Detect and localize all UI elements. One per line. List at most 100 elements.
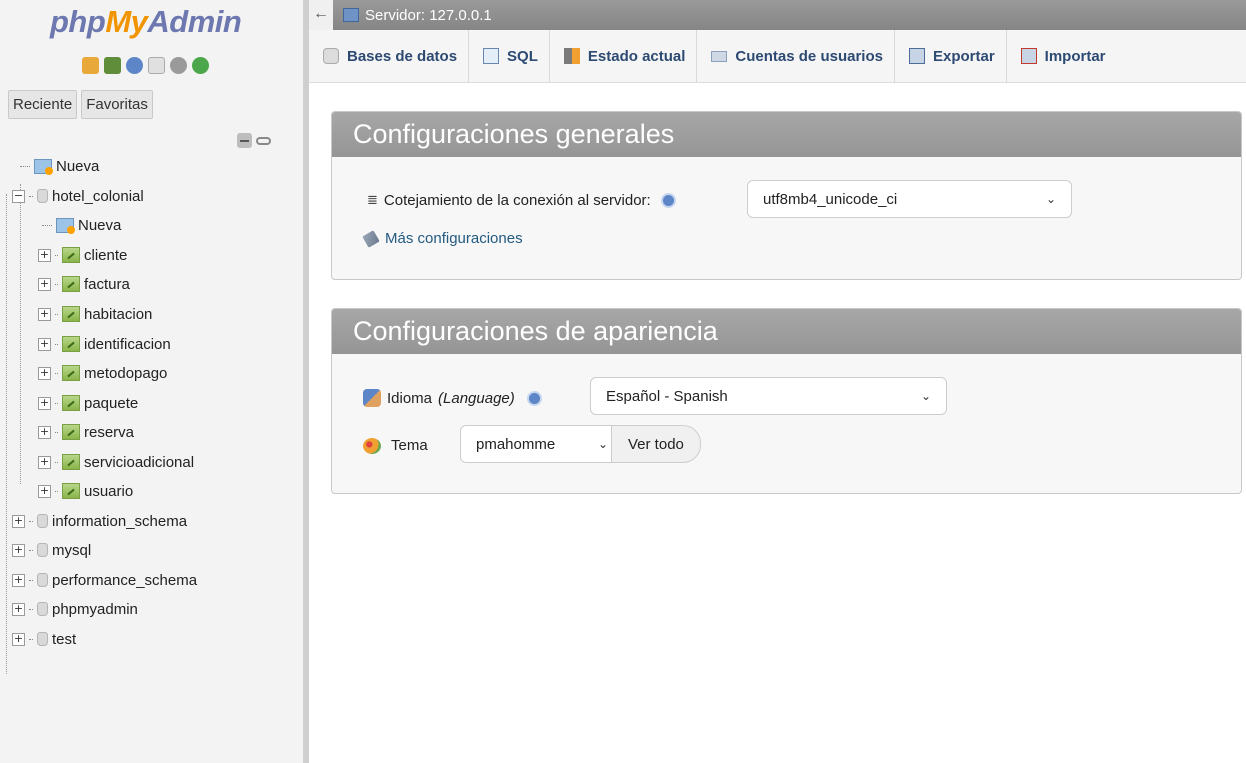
tab-sql[interactable]: SQL (469, 30, 550, 82)
view-all-themes-button[interactable]: Ver todo (611, 425, 701, 463)
breadcrumb-server[interactable]: Servidor: 127.0.0.1 (343, 7, 492, 24)
language-select[interactable]: Español - Spanish ⌄ (590, 377, 947, 415)
home-icon[interactable] (82, 57, 99, 74)
tree-item-reserva[interactable]: + reserva (38, 421, 134, 443)
tree-item-performance-schema[interactable]: + performance_schema (12, 569, 197, 591)
tree-item-habitacion[interactable]: + habitacion (38, 303, 152, 325)
language-label: Idioma (387, 389, 433, 407)
back-arrow-icon[interactable]: ← (309, 0, 333, 30)
chevron-down-icon: ⌄ (1045, 192, 1056, 206)
table-icon (62, 336, 80, 352)
table-icon (62, 276, 80, 292)
general-settings-panel: Configuraciones generales ≣ Cotejamiento… (331, 111, 1242, 280)
expand-icon[interactable]: + (38, 307, 51, 321)
table-icon (62, 247, 80, 263)
expand-icon[interactable]: + (38, 484, 51, 498)
help-icon[interactable] (660, 193, 676, 208)
expand-icon[interactable]: + (12, 632, 25, 646)
list-icon: ≣ (367, 193, 378, 208)
expand-icon[interactable]: + (38, 248, 51, 262)
tree-item-information-schema[interactable]: + information_schema (12, 510, 187, 532)
tree-item-servicioadicional[interactable]: + servicioadicional (38, 451, 194, 473)
help-icon[interactable] (526, 390, 542, 406)
chevron-down-icon: ⌄ (920, 389, 931, 403)
collapse-all-icon[interactable] (237, 133, 252, 148)
expand-icon[interactable]: + (38, 396, 51, 410)
collation-value: utf8mb4_unicode_ci (763, 190, 898, 208)
tab-label: Bases de datos (347, 47, 458, 65)
help-icon[interactable] (126, 57, 143, 74)
tab-label: Estado actual (587, 47, 686, 65)
database-icon (37, 632, 48, 646)
more-settings-label: Más configuraciones (385, 230, 523, 247)
tab-import[interactable]: Importar (1007, 30, 1117, 82)
expand-icon[interactable]: + (12, 602, 25, 616)
phpmyadmin-logo[interactable]: phpMyAdmin (50, 4, 242, 40)
users-icon (711, 50, 728, 62)
database-icon (37, 543, 48, 557)
tree-item-new-database[interactable]: Nueva (20, 155, 99, 177)
tree-item-factura[interactable]: + factura (38, 273, 130, 295)
database-icon (37, 602, 48, 616)
recent-tab[interactable]: Reciente (8, 90, 78, 119)
tab-export[interactable]: Exportar (895, 30, 1007, 82)
tab-label: Exportar (932, 47, 995, 65)
docs-icon[interactable] (148, 57, 165, 74)
tab-databases[interactable]: Bases de datos (309, 30, 470, 82)
appearance-settings-title: Configuraciones de apariencia (332, 309, 1241, 354)
tree-item-usuario[interactable]: + usuario (38, 480, 133, 502)
tree-item-cliente[interactable]: + cliente (38, 244, 127, 266)
collation-row: ≣ Cotejamiento de la conexión al servido… (367, 192, 676, 209)
tree-item-new-table[interactable]: Nueva (42, 214, 121, 236)
table-icon (62, 454, 80, 470)
expand-icon[interactable]: + (12, 573, 25, 587)
theme-select[interactable]: pmahomme ⌄ (460, 425, 624, 463)
tree-item-label: Nueva (56, 157, 100, 175)
expand-icon[interactable]: + (38, 455, 51, 469)
wrench-icon (362, 229, 380, 248)
navigation-panel: phpMyAdmin Reciente Favoritas Nueva − ho… (0, 0, 309, 763)
expand-icon[interactable]: + (12, 543, 25, 557)
tree-item-identificacion[interactable]: + identificacion (38, 333, 171, 355)
tree-item-label: phpmyadmin (52, 600, 138, 618)
tree-item-label: test (52, 630, 77, 648)
tab-status[interactable]: Estado actual (550, 30, 698, 82)
expand-icon[interactable]: + (38, 277, 51, 291)
main-menu: Bases de datos SQL Estado actual Cuentas… (309, 30, 1246, 83)
logo-admin: Admin (147, 4, 242, 39)
expand-icon[interactable]: + (38, 366, 51, 380)
status-icon (563, 48, 580, 64)
tree-item-test[interactable]: + test (12, 628, 76, 650)
table-icon (62, 395, 80, 411)
logout-icon[interactable] (104, 57, 121, 74)
tree-item-paquete[interactable]: + paquete (38, 392, 138, 414)
tree-item-mysql[interactable]: + mysql (12, 539, 91, 561)
more-settings-link[interactable]: Más configuraciones (362, 229, 523, 248)
reload-icon[interactable] (192, 57, 209, 74)
link-with-main-icon[interactable] (256, 136, 271, 145)
tree-item-label: mysql (52, 541, 92, 559)
tree-item-phpmyadmin[interactable]: + phpmyadmin (12, 598, 138, 620)
settings-gear-icon[interactable] (170, 57, 187, 74)
breadcrumb-bar: ← Servidor: 127.0.0.1 (309, 0, 1246, 30)
collation-select[interactable]: utf8mb4_unicode_ci ⌄ (747, 180, 1072, 218)
collapse-icon[interactable]: − (12, 189, 25, 203)
theme-palette-icon (363, 437, 381, 454)
tree-connector (6, 194, 7, 674)
tab-label: Importar (1044, 47, 1106, 65)
nav-tabs: Reciente Favoritas (8, 90, 153, 119)
favorites-tab[interactable]: Favoritas (81, 90, 153, 119)
tree-item-metodopago[interactable]: + metodopago (38, 362, 167, 384)
tab-label: SQL (507, 47, 538, 65)
logo-php: php (50, 4, 106, 39)
tree-item-hotel-colonial[interactable]: − hotel_colonial (12, 185, 144, 207)
expand-icon[interactable]: + (38, 425, 51, 439)
tree-item-label: habitacion (84, 305, 153, 323)
language-value: Español - Spanish (606, 387, 728, 405)
database-icon (37, 514, 48, 528)
expand-icon[interactable]: + (38, 337, 51, 351)
expand-icon[interactable]: + (12, 514, 25, 528)
table-icon (62, 365, 80, 381)
tab-user-accounts[interactable]: Cuentas de usuarios (697, 30, 895, 82)
tab-label: Cuentas de usuarios (735, 47, 883, 65)
